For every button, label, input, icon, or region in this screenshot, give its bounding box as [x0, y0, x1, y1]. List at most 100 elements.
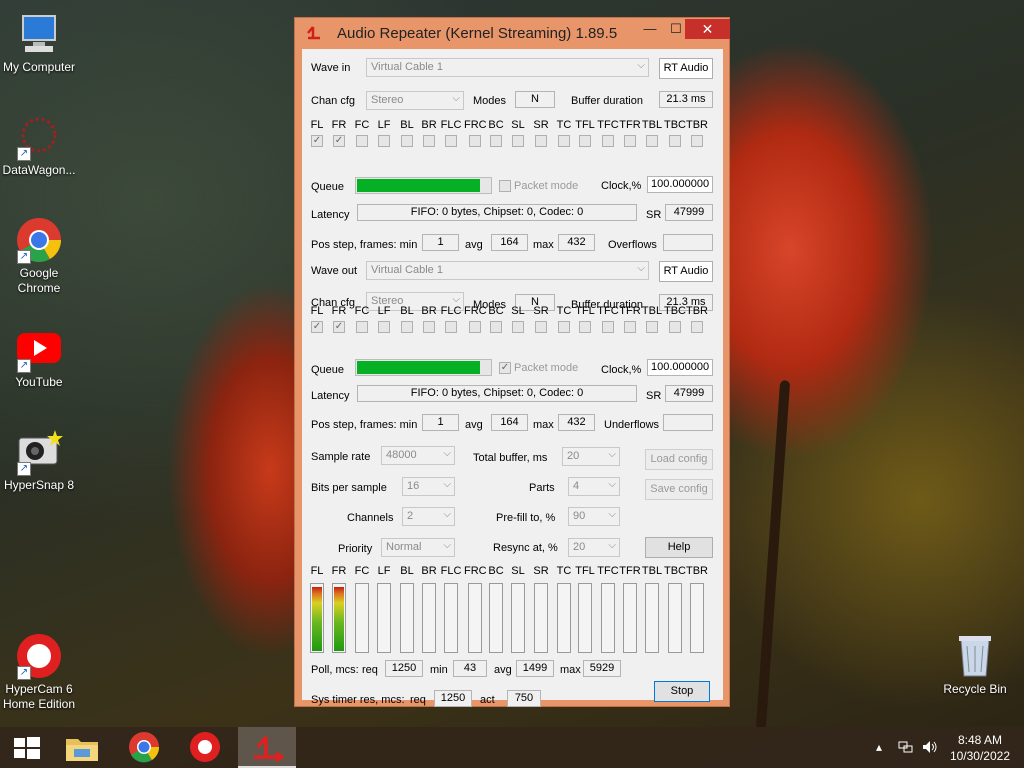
channel-checkbox[interactable] [356, 135, 368, 147]
wave-in-packet-mode-checkbox[interactable] [499, 180, 511, 192]
help-button[interactable]: Help [645, 537, 713, 558]
wave-in-clock-input[interactable]: 100.000000 [647, 176, 713, 193]
desktop-icon-recycle-bin[interactable]: Recycle Bin [933, 632, 1017, 697]
channel-checkbox[interactable] [535, 135, 547, 147]
title-bar[interactable]: Audio Repeater (Kernel Streaming) 1.89.5… [295, 18, 730, 49]
save-config-button[interactable]: Save config [645, 479, 713, 500]
chevron-down-icon: ⌵ [443, 479, 451, 490]
meter-channel-label: TBR [686, 565, 708, 577]
queue-fill [357, 361, 480, 374]
channel-checkbox[interactable] [646, 135, 658, 147]
prefill-select[interactable]: 90 ⌵ [568, 507, 620, 526]
resync-select[interactable]: 20 ⌵ [568, 538, 620, 557]
channel-checkbox[interactable] [669, 321, 681, 333]
channel-checkbox[interactable] [512, 321, 524, 333]
start-button[interactable] [0, 727, 56, 768]
level-meter [557, 583, 571, 653]
stop-button[interactable]: Stop [654, 681, 710, 702]
wave-out-avg-label: avg [465, 419, 483, 431]
channel-label: BC [488, 119, 504, 131]
wave-in-device-select[interactable]: Virtual Cable 1 ⌵ [366, 58, 649, 77]
load-config-button[interactable]: Load config [645, 449, 713, 470]
channel-checkbox[interactable] [378, 135, 390, 147]
channel-checkbox[interactable] [602, 321, 614, 333]
sample-rate-select[interactable]: 48000 ⌵ [381, 446, 455, 465]
desktop-icon-datawagon[interactable]: ↗ DataWagon... [0, 113, 81, 178]
taskbar-file-explorer[interactable] [54, 727, 110, 768]
channel-checkbox[interactable] [691, 321, 703, 333]
total-buffer-select[interactable]: 20 ⌵ [562, 447, 620, 466]
priority-select[interactable]: Normal ⌵ [381, 538, 455, 557]
channel-checkbox[interactable] [512, 135, 524, 147]
meter-channel-label: BR [421, 565, 437, 577]
channel-checkbox[interactable]: ✓ [311, 135, 323, 147]
channel-checkbox[interactable] [401, 135, 413, 147]
wave-out-sr-value: 47999 [665, 385, 713, 402]
channel-checkbox[interactable] [535, 321, 547, 333]
channel-checkbox[interactable]: ✓ [333, 321, 345, 333]
taskbar-chrome[interactable] [116, 727, 172, 768]
channel-checkbox[interactable] [423, 321, 435, 333]
channel-label: FRC [464, 305, 487, 317]
channel-checkbox[interactable] [558, 135, 570, 147]
channel-checkbox[interactable]: ✓ [311, 321, 323, 333]
channel-checkbox[interactable] [445, 135, 457, 147]
level-meter [332, 583, 346, 653]
taskbar-audio-repeater[interactable] [238, 727, 296, 768]
hypercam-icon: ↗ [15, 632, 63, 680]
channel-checkbox[interactable] [378, 321, 390, 333]
taskbar-clock[interactable]: 8:48 AM 10/30/2022 [950, 732, 1010, 764]
clock-time: 8:48 AM [957, 733, 1002, 747]
desktop-icon-hypersnap[interactable]: ↗ HyperSnap 8 [0, 428, 81, 493]
channel-checkbox[interactable] [646, 321, 658, 333]
channel-checkbox[interactable] [579, 135, 591, 147]
channel-checkbox[interactable] [490, 135, 502, 147]
bits-per-sample-select[interactable]: 16 ⌵ [402, 477, 455, 496]
desktop-icon-hypercam[interactable]: ↗ HyperCam 6 Home Edition [0, 632, 81, 712]
channel-checkbox[interactable] [602, 135, 614, 147]
channels-select[interactable]: 2 ⌵ [402, 507, 455, 526]
wave-in-rt-audio-button[interactable]: RT Audio [659, 58, 713, 79]
parts-select[interactable]: 4 ⌵ [568, 477, 620, 496]
channel-checkbox[interactable] [490, 321, 502, 333]
wave-in-sr-value: 47999 [665, 204, 713, 221]
channel-checkbox[interactable] [624, 135, 636, 147]
youtube-icon: ↗ [15, 325, 63, 373]
chevron-down-icon: ⌵ [443, 540, 451, 551]
channel-checkbox[interactable] [423, 135, 435, 147]
desktop-icon-google-chrome[interactable]: ↗ Google Chrome [0, 216, 81, 296]
meter-channel-label: SL [511, 565, 525, 577]
channel-checkbox[interactable] [669, 135, 681, 147]
wave-in-chan-cfg-select[interactable]: Stereo ⌵ [366, 91, 464, 110]
meter-channel-label: TFL [575, 565, 595, 577]
wave-out-clock-input[interactable]: 100.000000 [647, 359, 713, 376]
channel-checkbox[interactable] [356, 321, 368, 333]
tray-show-hidden-icon[interactable]: ▴ [876, 740, 882, 754]
meter-channel-label: FRC [464, 565, 487, 577]
network-icon[interactable] [898, 740, 914, 757]
wave-out-rt-audio-button[interactable]: RT Audio [659, 261, 713, 282]
taskbar-hypercam[interactable] [177, 727, 233, 768]
channel-checkbox[interactable] [624, 321, 636, 333]
poll-min-value: 43 [453, 660, 487, 677]
meter-channel-label: FLC [440, 565, 462, 577]
wave-out-packet-mode-checkbox[interactable]: ✓ [499, 362, 511, 374]
channel-checkbox[interactable]: ✓ [333, 135, 345, 147]
channel-checkbox[interactable] [401, 321, 413, 333]
channel-checkbox[interactable] [469, 321, 481, 333]
minimize-button[interactable]: — [637, 19, 663, 39]
desktop-icon-my-computer[interactable]: My Computer [0, 10, 81, 75]
channel-checkbox[interactable] [558, 321, 570, 333]
channel-label: TBR [686, 119, 708, 131]
channel-checkbox[interactable] [469, 135, 481, 147]
desktop-icon-youtube[interactable]: ↗ YouTube [0, 325, 81, 390]
wave-out-latency-value: FIFO: 0 bytes, Chipset: 0, Codec: 0 [357, 385, 637, 402]
channel-checkbox[interactable] [579, 321, 591, 333]
wave-out-device-select[interactable]: Virtual Cable 1 ⌵ [366, 261, 649, 280]
channel-checkbox[interactable] [445, 321, 457, 333]
volume-icon[interactable] [922, 740, 938, 757]
channel-checkbox[interactable] [691, 135, 703, 147]
close-button[interactable]: ✕ [685, 19, 730, 39]
wave-in-overflows-value [663, 234, 713, 251]
datawagon-icon: ↗ [15, 113, 63, 161]
